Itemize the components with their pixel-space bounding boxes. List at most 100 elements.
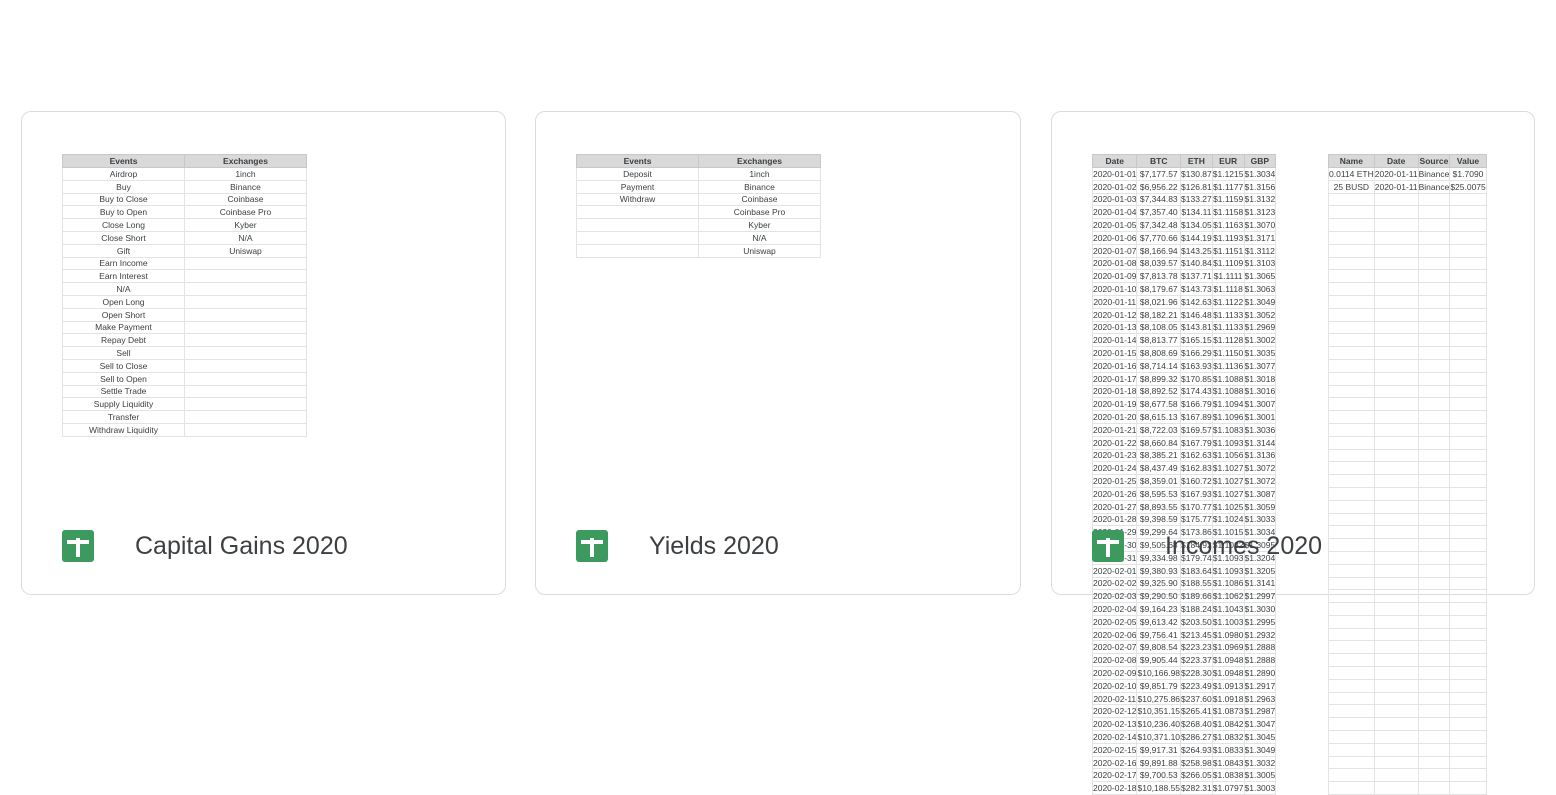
table-cell [1449,589,1487,604]
table-cell: $1.0842 [1211,717,1245,732]
table-cell: 2020-02-13 [1091,717,1138,732]
table-cell [1328,256,1375,271]
table-cell [1417,358,1451,373]
table-cell: $1.1136 [1211,358,1245,373]
table-cell [1449,640,1487,655]
file-title[interactable]: Capital Gains 2020 [135,532,348,560]
table-cell: $1.3205 [1243,563,1277,578]
table-cell [1373,282,1419,296]
table-row: 2020-01-28 $9,398.59 $175.77 $1.1024 $1.3033 [1091,512,1277,527]
table-cell: $1.0948 [1211,653,1245,668]
table-cell [1417,627,1451,642]
file-title[interactable]: Yields 2020 [649,532,779,560]
table-cell: $286.27 [1180,730,1213,744]
table-cell: $1.1027 [1211,461,1245,476]
table-cell [1417,422,1451,437]
table-cell: $170.85 [1180,371,1213,386]
table-cell [1417,742,1451,757]
table-cell: 2020-01-10 [1091,282,1138,296]
table-cell: 2020-01-07 [1091,243,1138,258]
table-cell: Kyber [184,218,307,232]
table-cell: 2020-01-28 [1091,512,1138,527]
table-row: 2020-01-23 $8,385.21 $162.63 $1.1056 $1.3136 [1091,448,1277,463]
empty-row [1328,269,1487,284]
table-cell: $1.2888 [1243,640,1277,655]
table-cell: $130.87 [1180,167,1213,181]
table-cell: $1.3001 [1243,410,1277,424]
table-cell: $142.63 [1180,294,1213,309]
table-cell [1328,333,1375,348]
sheet-thumbnail: Date BTC ETH EUR GBP 2020-01-01 $7,177.57 $130.… [1091,154,1487,795]
table-row: Coinbase Pro [576,205,821,220]
column-header: Source [1417,154,1451,168]
table-cell: 2020-02-09 [1091,666,1138,680]
table-cell [1328,294,1375,309]
table-cell: 2020-01-03 [1091,192,1138,207]
table-cell [1373,371,1419,386]
empty-row [1328,499,1487,514]
table-cell [1328,614,1375,629]
table-cell [1373,781,1419,795]
table-cell [1449,602,1487,616]
table-cell: 2020-01-09 [1091,269,1138,284]
table-cell [1449,781,1487,795]
table-cell [1417,410,1451,424]
table-cell: $1.1215 [1211,167,1245,181]
table-row: Uniswap [576,243,821,258]
table-cell: 2020-01-23 [1091,448,1138,463]
empty-row [1328,256,1487,271]
table-cell: $1.3047 [1243,717,1277,732]
table-cell [1373,678,1419,693]
table-cell: $1.1056 [1211,448,1245,463]
table-cell: $9,290.50 [1136,589,1182,604]
table-cell: 2020-02-02 [1091,576,1138,591]
table-cell [1328,346,1375,360]
table-cell [1328,371,1375,386]
table-cell: $1.1096 [1211,410,1245,424]
table-row: 0.0114 ETH 2020-01-11 Binance $1.7090 [1328,167,1487,181]
table-cell: $143.25 [1180,243,1213,258]
table-cell: 2020-01-18 [1091,384,1138,399]
table-row: 2020-01-18 $8,892.52 $174.43 $1.1088 $1.3016 [1091,384,1277,399]
table-cell: $1.0833 [1211,742,1245,757]
table-cell: Earn Interest [62,269,185,284]
table-cell: $1.1043 [1211,602,1245,616]
table-cell [1449,269,1487,284]
table-cell: 2020-02-11 [1091,691,1138,706]
table-row: 2020-02-13 $10,236.40 $268.40 $1.0842 $1.304… [1091,717,1277,732]
table-cell: $143.81 [1180,320,1213,335]
table-cell [1417,307,1451,322]
table-row: Payment Binance [576,179,821,194]
table-cell [1449,282,1487,296]
file-title[interactable]: Incomes 2020 [1165,532,1322,560]
table-cell: 2020-01-25 [1091,474,1138,488]
table-cell [1449,742,1487,757]
table-cell: $1.3016 [1243,384,1277,399]
empty-row [1328,243,1487,258]
table-cell: $1.1118 [1211,282,1245,296]
table-cell: Supply Liquidity [62,397,185,412]
file-card-incomes[interactable]: Date BTC ETH EUR GBP 2020-01-01 $7,177.57 $130.… [1051,111,1535,795]
table-row: 2020-01-09 $7,813.78 $137.71 $1.1111 $1.3065 [1091,269,1277,284]
table-cell: $8,660.84 [1136,435,1182,450]
empty-row [1328,371,1487,386]
column-header: BTC [1136,154,1182,168]
table-cell [1373,717,1419,732]
table-cell [1417,371,1451,386]
table-cell: $188.24 [1180,602,1213,616]
table-cell: 2020-02-12 [1091,704,1138,719]
table-cell: $7,177.57 [1136,167,1182,181]
table-cell [1417,435,1451,450]
table-cell: 2020-01-21 [1091,422,1138,437]
table-cell [1328,410,1375,424]
table-cell: $1.2963 [1243,691,1277,706]
table-cell [1373,461,1419,476]
file-card-yields[interactable]: Events Exchanges Deposit 1inch Payment Binanc… [535,111,1021,595]
table-cell: $1.1177 [1211,179,1245,194]
file-card-capital-gains[interactable]: Events Exchanges Airdrop 1inch Buy Binance Buy… [21,111,506,595]
table-cell [1328,474,1375,488]
empty-row [1328,589,1487,604]
empty-row [1328,742,1487,757]
table-cell [1328,576,1375,591]
table-cell: 2020-02-01 [1091,563,1138,578]
